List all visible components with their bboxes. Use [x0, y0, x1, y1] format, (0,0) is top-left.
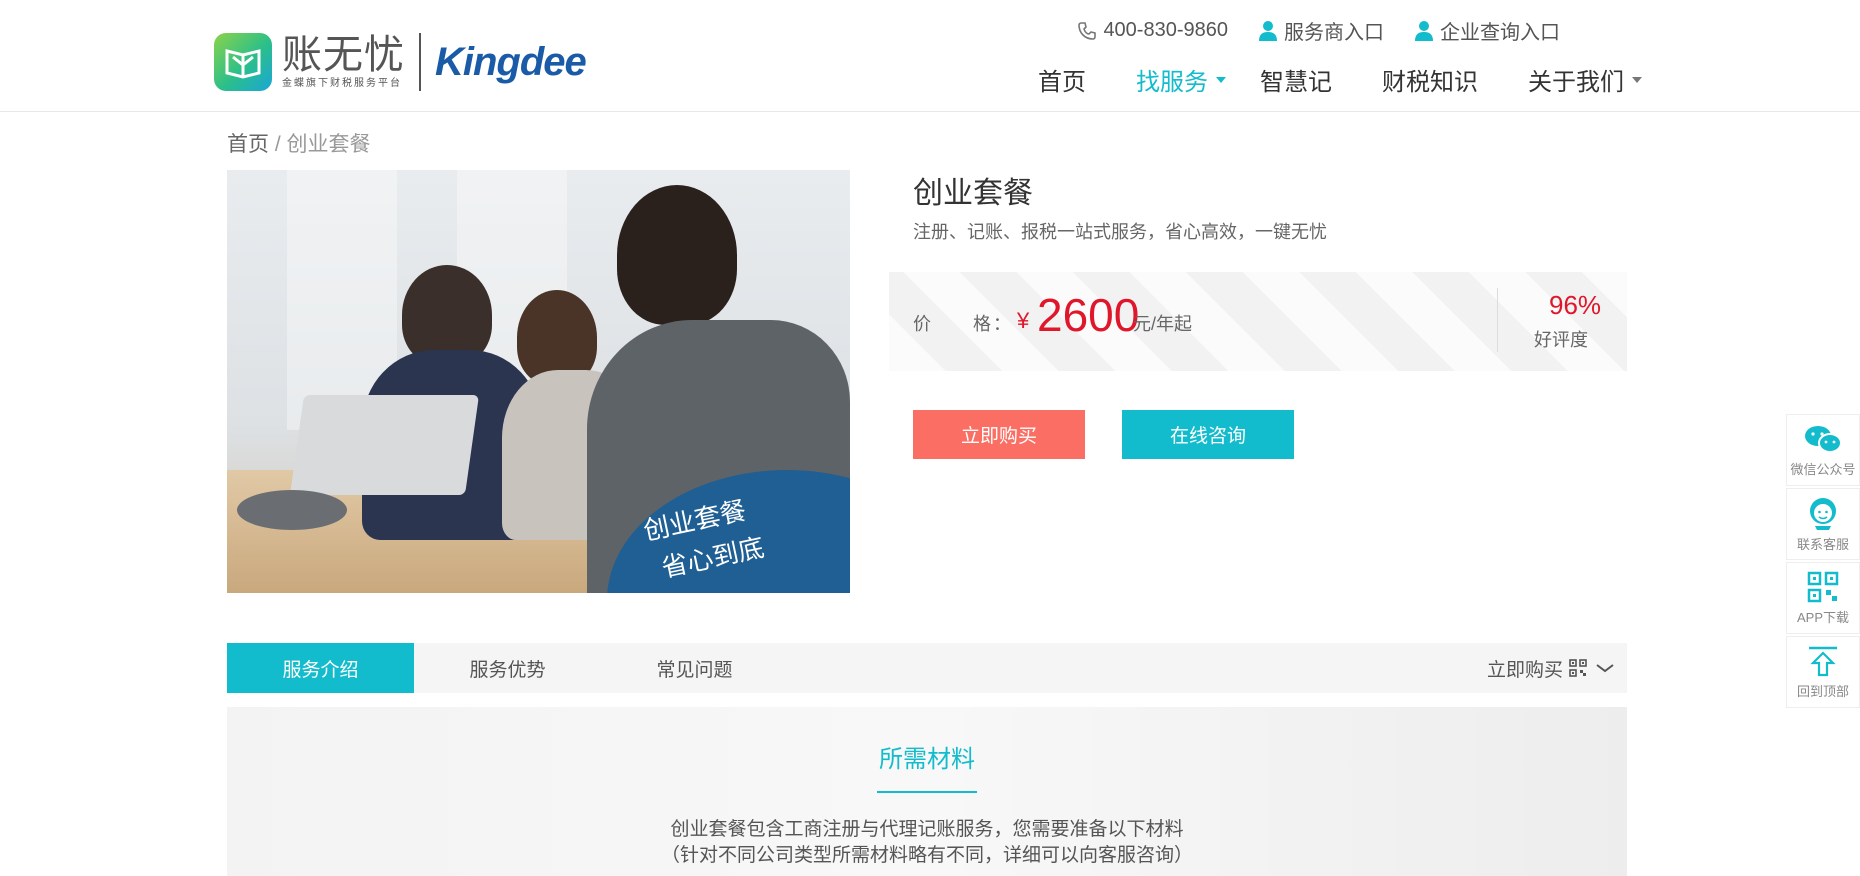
product-title: 创业套餐 [913, 176, 1033, 211]
chevron-down-icon [1216, 76, 1226, 83]
logo-text: 账无忧 [282, 32, 405, 78]
book-logo-icon [214, 33, 272, 91]
price-label: 价 格： [913, 314, 1013, 334]
nav-find-service[interactable]: 找服务 [1136, 62, 1226, 97]
breadcrumb-home[interactable]: 首页 [227, 133, 269, 156]
nav-home[interactable]: 首页 [1038, 62, 1086, 97]
provider-entry-link[interactable]: 服务商入口 [1258, 16, 1384, 45]
main-nav: 首页 找服务 智慧记 财税知识 关于我们 [988, 62, 1642, 97]
phone-link[interactable]: 400-830-9860 [1077, 19, 1228, 42]
conference-phone [237, 490, 347, 530]
price-unit: 元/年起 [1133, 314, 1193, 334]
chevron-down-icon [1596, 664, 1614, 673]
section-description-line1: 创业套餐包含工商注册与代理记账服务，您需要准备以下材料 [670, 819, 1184, 840]
nav-tax-knowledge[interactable]: 财税知识 [1382, 62, 1478, 97]
wechat-official-account-button[interactable]: 微信公众号 [1786, 414, 1860, 486]
wechat-icon [1805, 425, 1842, 453]
person-head [617, 185, 737, 325]
detail-tabs: 服务介绍 服务优势 常见问题 立即购买 [227, 643, 1627, 693]
wechat-label: 微信公众号 [1790, 461, 1856, 477]
tab-faq[interactable]: 常见问题 [601, 643, 788, 693]
nav-about-us[interactable]: 关于我们 [1528, 62, 1642, 97]
provider-entry-label: 服务商入口 [1284, 22, 1384, 44]
qr-code-icon [1569, 659, 1587, 677]
nav-smart-bookkeeping[interactable]: 智慧记 [1260, 62, 1332, 97]
enterprise-query-label: 企业查询入口 [1440, 22, 1560, 44]
app-download-button[interactable]: APP下载 [1786, 562, 1860, 634]
site-logo[interactable]: 账无忧 金蝶旗下财税服务平台 Kingdee [214, 30, 587, 94]
back-to-top-label: 回到顶部 [1796, 683, 1849, 699]
tab-service-intro[interactable]: 服务介绍 [227, 643, 414, 693]
nav-find-service-label: 找服务 [1136, 69, 1208, 96]
nav-smart-bookkeeping-label: 智慧记 [1260, 69, 1332, 96]
chevron-down-icon [1632, 76, 1642, 83]
breadcrumb: 首页 / 创业套餐 [227, 128, 371, 158]
currency-symbol: ¥ [1017, 308, 1030, 333]
app-download-label: APP下载 [1796, 609, 1849, 625]
section-description-line2: （针对不同公司类型所需材料略有不同，详细可以向客服咨询） [660, 845, 1193, 866]
buy-now-button[interactable]: 立即购买 [913, 410, 1085, 459]
section-title-underline [877, 791, 977, 793]
tab-buy-now-label: 立即购买 [1486, 659, 1563, 681]
arrow-up-icon [1809, 646, 1837, 676]
product-image: 创业套餐 省心到底 [227, 170, 850, 593]
top-links: 400-830-9860 服务商入口 企业查询入口 [1047, 16, 1560, 45]
user-icon [1259, 20, 1277, 41]
user-icon [1415, 20, 1433, 41]
contact-service-label: 联系客服 [1796, 536, 1849, 552]
online-consult-button[interactable]: 在线咨询 [1122, 410, 1294, 459]
rating-divider [1497, 288, 1498, 352]
contact-service-button[interactable]: 联系客服 [1786, 488, 1860, 560]
price-panel: 价 格： ¥ 2600 元/年起 96% 好评度 [889, 272, 1627, 371]
rating-label: 好评度 [1534, 330, 1588, 350]
price-value: 2600 [1037, 289, 1140, 341]
tab-service-advantages[interactable]: 服务优势 [414, 643, 601, 693]
section-description: 创业套餐包含工商注册与代理记账服务，您需要准备以下材料 （针对不同公司类型所需材… [227, 817, 1627, 869]
site-header: 账无忧 金蝶旗下财税服务平台 Kingdee 400-830-9860 服务商入… [0, 0, 1860, 112]
back-to-top-button[interactable]: 回到顶部 [1786, 636, 1860, 708]
kingdee-brand: Kingdee [435, 39, 587, 84]
service-intro-section: 所需材料 创业套餐包含工商注册与代理记账服务，您需要准备以下材料 （针对不同公司… [227, 707, 1627, 876]
rating-value: 96% [1549, 290, 1602, 320]
product-subtitle: 注册、记账、报税一站式服务，省心高效，一键无忧 [913, 222, 1327, 242]
enterprise-query-link[interactable]: 企业查询入口 [1414, 16, 1560, 45]
logo-divider [419, 33, 421, 91]
floating-sidebar: 微信公众号 联系客服 APP下载 回到顶部 [1786, 414, 1860, 710]
breadcrumb-separator: / [274, 133, 281, 156]
logo-tagline: 金蝶旗下财税服务平台 [282, 78, 402, 89]
nav-home-label: 首页 [1038, 69, 1086, 96]
laptop [289, 395, 480, 495]
nav-tax-knowledge-label: 财税知识 [1382, 69, 1478, 96]
customer-service-icon [1810, 497, 1836, 530]
phone-number: 400-830-9860 [1103, 19, 1228, 41]
breadcrumb-current: 创业套餐 [286, 133, 371, 156]
nav-about-us-label: 关于我们 [1528, 69, 1624, 96]
section-title: 所需材料 [879, 745, 975, 773]
tab-buy-now[interactable]: 立即购买 [1487, 643, 1615, 693]
qr-code-icon [1807, 571, 1839, 602]
phone-icon [1078, 21, 1097, 40]
